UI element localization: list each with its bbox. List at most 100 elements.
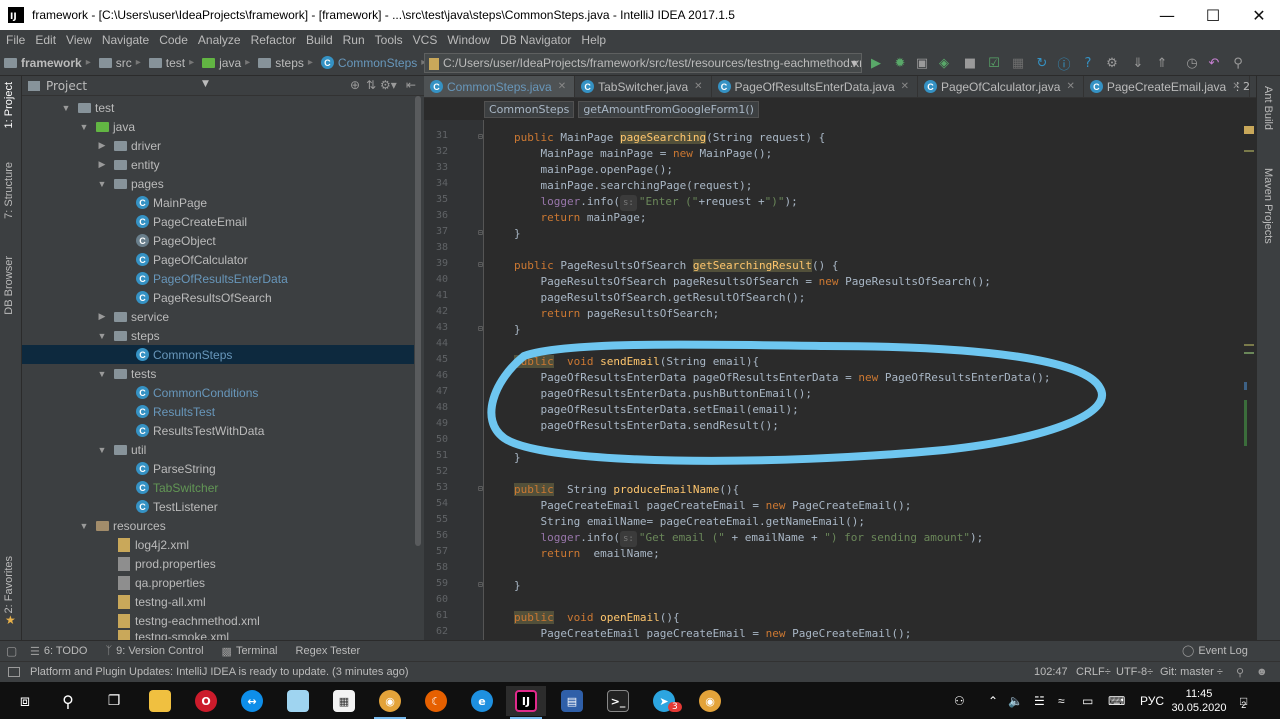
file-encoding[interactable]: UTF-8÷ (1116, 666, 1153, 678)
taskbar-firefox[interactable]: ☾ (416, 686, 456, 716)
maximize-button[interactable]: ☐ (1190, 0, 1236, 30)
close-icon[interactable]: ✕ (901, 81, 909, 92)
project-structure-icon[interactable]: ▦ (1010, 55, 1026, 71)
info-icon[interactable]: ⓘ (1056, 55, 1072, 73)
tool-version-control[interactable]: ᛉ 9: Version Control (105, 645, 203, 657)
people-icon[interactable]: ⚇ (954, 682, 965, 719)
breadcrumb-steps[interactable]: steps ▸ (258, 56, 317, 70)
tree-item-resources[interactable]: ▼ resources (22, 516, 414, 535)
scroll-from-source-icon[interactable]: ⊕ (350, 78, 360, 92)
tree-item-pages[interactable]: ▼ pages (22, 174, 414, 193)
breadcrumb-test[interactable]: test ▸ (148, 56, 198, 70)
editor-scrollbar[interactable] (1242, 120, 1256, 640)
network-icon[interactable]: ☱ (1034, 682, 1045, 719)
menu-file[interactable]: File (6, 33, 25, 47)
chevron-right-icon[interactable]: ▶ (96, 311, 108, 322)
help-icon[interactable]: ? (1080, 55, 1096, 71)
scrollbar-thumb[interactable] (415, 96, 421, 546)
tool-terminal[interactable]: ▩ Terminal (222, 645, 278, 658)
error-stripe-marker[interactable] (1244, 344, 1254, 346)
volume-icon[interactable]: 🔈 (1008, 682, 1023, 719)
tree-item-resultstestwithdata[interactable]: C ResultsTestWithData (22, 421, 414, 440)
tree-item-pagecreateemail[interactable]: C PageCreateEmail (22, 212, 414, 231)
tree-item-test[interactable]: ▼ test (22, 98, 414, 117)
menu-build[interactable]: Build (306, 33, 333, 47)
close-icon[interactable]: ✕ (558, 81, 566, 92)
fold-marker-icon[interactable]: ⊟ (478, 132, 483, 141)
breadcrumb-java[interactable]: java ▸ (202, 56, 254, 70)
coverage-icon[interactable]: ▣ (914, 55, 930, 71)
task-view-button[interactable]: ❐ (94, 686, 134, 716)
history-icon[interactable]: ◷ (1184, 55, 1200, 71)
checkbox-icon[interactable]: ☑ (986, 55, 1002, 71)
profile-icon[interactable]: ◈ (936, 55, 952, 71)
chevron-down-icon[interactable]: ▼ (78, 122, 90, 132)
change-marker[interactable] (1244, 400, 1247, 446)
fold-marker-icon[interactable]: ⊟ (478, 324, 483, 333)
caret-position[interactable]: 102:47 (1034, 666, 1068, 678)
code-editor[interactable]: 31 32 33 34 35 36 37 38 39 40 41 42 43 4… (424, 120, 1256, 640)
chevron-down-icon[interactable]: ▼ (96, 445, 108, 455)
fold-marker-icon[interactable]: ⊟ (478, 260, 483, 269)
fold-marker-icon[interactable]: ⊟ (478, 484, 483, 493)
change-marker[interactable] (1244, 352, 1254, 354)
taskbar-intellij[interactable]: IJ (506, 686, 546, 719)
chevron-right-icon[interactable]: ▶ (96, 140, 108, 151)
tree-item-qa-properties[interactable]: qa.properties (22, 573, 414, 592)
tree-item-entity[interactable]: ▶ entity (22, 155, 414, 174)
menu-vcs[interactable]: VCS (413, 33, 438, 47)
layout-icon[interactable]: ▢ (6, 644, 17, 658)
menu-code[interactable]: Code (159, 33, 188, 47)
menu-db-navigator[interactable]: DB Navigator (500, 33, 571, 47)
chevron-down-icon[interactable]: ▼ (60, 103, 72, 113)
minimize-button[interactable]: — (1144, 0, 1190, 30)
tree-item-java[interactable]: ▼ java (22, 117, 414, 136)
revert-icon[interactable]: ↶ (1206, 55, 1222, 71)
error-stripe-marker[interactable] (1244, 150, 1254, 152)
sync-icon[interactable]: ↻ (1034, 55, 1050, 71)
tree-item-mainpage[interactable]: C MainPage (22, 193, 414, 212)
settings-icon[interactable]: ⚙ (1104, 55, 1120, 71)
breadcrumb-method[interactable]: getAmountFromGoogleForm1() (578, 100, 759, 118)
change-marker[interactable] (1244, 382, 1247, 390)
breadcrumb-framework[interactable]: framework ▸ (4, 56, 95, 70)
search-button[interactable]: ⚲ (48, 686, 88, 716)
breadcrumb-commonsteps[interactable]: CCommonSteps▸ (320, 56, 430, 70)
fold-marker-icon[interactable]: ⊟ (478, 228, 483, 237)
tool-tab-favorites[interactable]: 2: Favorites (3, 556, 15, 613)
vcs-commit-icon[interactable]: ⇑ (1154, 55, 1170, 71)
collapse-all-icon[interactable]: ⇅ (366, 78, 376, 92)
tab-pageofcalculator[interactable]: C PageOfCalculator.java ✕ (918, 76, 1084, 97)
gear-icon[interactable]: ⚙▾ (380, 78, 397, 92)
tray-chevron-up-icon[interactable]: ⌃ (988, 682, 998, 719)
tool-tab-maven-projects[interactable]: Maven Projects (1262, 168, 1274, 244)
tool-tab-ant-build[interactable]: Ant Build (1262, 86, 1274, 130)
tree-item-steps[interactable]: ▼ steps (22, 326, 414, 345)
close-icon[interactable]: ✕ (1066, 81, 1074, 92)
clock[interactable]: 11:45 30.05.2020 (1171, 682, 1226, 719)
close-button[interactable]: ✕ (1236, 0, 1280, 30)
wifi-icon[interactable]: ≈ (1058, 682, 1065, 719)
battery-icon[interactable]: ▭ (1082, 682, 1093, 719)
inspector-icon[interactable]: ☻ (1256, 666, 1268, 678)
tab-overflow[interactable]: ⋮2 (1232, 80, 1250, 93)
tree-item-commonconditions[interactable]: C CommonConditions (22, 383, 414, 402)
menu-analyze[interactable]: Analyze (198, 33, 241, 47)
tab-pageofresultsenterdata[interactable]: C PageOfResultsEnterData.java ✕ (712, 76, 919, 97)
fold-marker-icon[interactable]: ⊟ (478, 580, 483, 589)
project-view-select[interactable]: Project (46, 79, 87, 93)
tree-item-testlistener[interactable]: C TestListener (22, 497, 414, 516)
run-icon[interactable]: ▶ (868, 55, 884, 71)
close-icon[interactable]: ✕ (694, 81, 702, 92)
taskbar-console[interactable]: >_ (598, 686, 638, 716)
tool-event-log[interactable]: ◯ Event Log (1182, 644, 1248, 658)
breadcrumb-src[interactable]: src ▸ (98, 56, 145, 70)
menu-window[interactable]: Window (447, 33, 490, 47)
tree-item-resultstest[interactable]: C ResultsTest (22, 402, 414, 421)
chevron-right-icon[interactable]: ▶ (96, 159, 108, 170)
menu-run[interactable]: Run (343, 33, 365, 47)
tree-item-testng-smoke[interactable]: testng-smoke.xml (22, 630, 414, 640)
tab-tabswitcher[interactable]: C TabSwitcher.java ✕ (575, 76, 712, 97)
tool-regex-tester[interactable]: Regex Tester (296, 645, 361, 657)
tree-item-pageofresultsenterdata[interactable]: C PageOfResultsEnterData (22, 269, 414, 288)
